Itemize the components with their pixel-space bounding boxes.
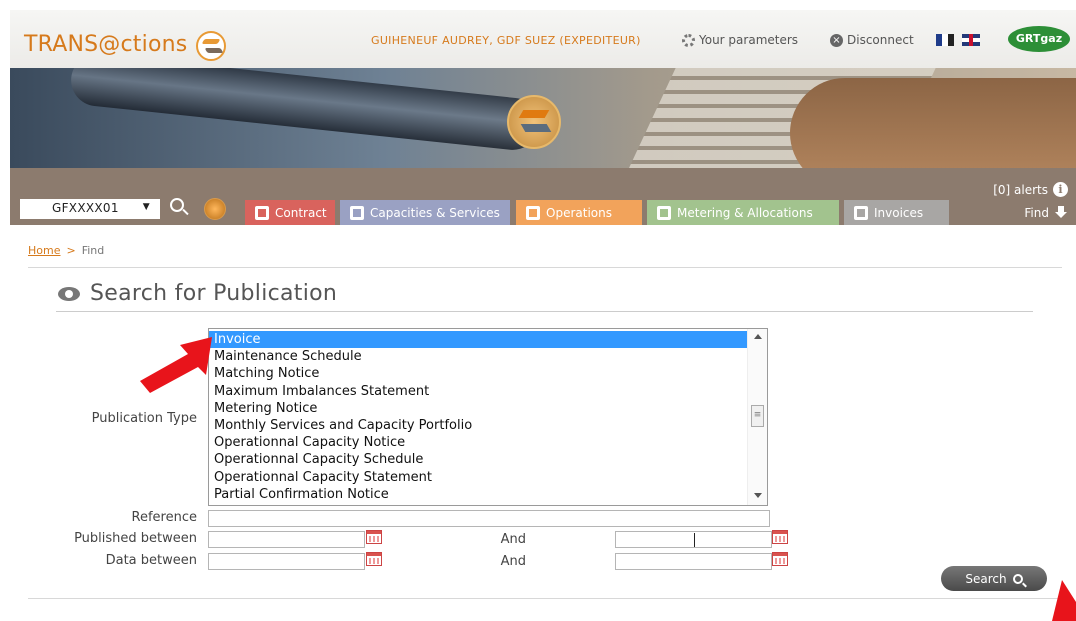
tab-operations[interactable]: Operations: [516, 200, 642, 225]
find-link[interactable]: Find: [1024, 206, 1068, 220]
app-logo[interactable]: TRANS@ctions: [24, 32, 187, 57]
disconnect-link[interactable]: × Disconnect: [830, 33, 914, 47]
site-header: TRANS@ctions GUIHENEUF AUDREY, GDF SUEZ …: [10, 10, 1076, 225]
chevron-down-icon: ▼: [142, 202, 150, 212]
publication-type-listbox[interactable]: Invoice Maintenance Schedule Matching Noti…: [208, 328, 768, 506]
scrollbar-thumb[interactable]: ≡: [751, 405, 764, 427]
data-to-input[interactable]: [615, 553, 772, 570]
breadcrumb-current: Find: [81, 244, 105, 257]
top-bar: TRANS@ctions GUIHENEUF AUDREY, GDF SUEZ …: [10, 10, 1076, 68]
banner-hand-image: [790, 78, 1076, 168]
header-banner: [10, 68, 1076, 168]
info-icon: i: [1053, 182, 1068, 197]
pencil-icon: [350, 205, 364, 220]
tab-metering-allocations[interactable]: Metering & Allocations: [647, 200, 839, 225]
tab-label: Capacities & Services: [370, 205, 500, 220]
home-emblem-icon[interactable]: [204, 198, 226, 220]
alerts-label: [0] alerts: [993, 182, 1048, 197]
reference-label: Reference: [131, 510, 197, 525]
red-arrow-annotation-icon: [140, 337, 212, 393]
tab-label: Invoices: [874, 205, 924, 220]
breadcrumb-separator: >: [66, 244, 76, 257]
publication-type-option[interactable]: Invoice: [209, 331, 747, 349]
search-button[interactable]: Search: [941, 566, 1047, 591]
publication-type-option[interactable]: Operationnal Capacity Schedule: [209, 451, 747, 468]
published-from-input[interactable]: [208, 531, 365, 548]
publication-type-option[interactable]: Partial Confirmation Notice: [209, 486, 747, 503]
tab-label: Operations: [546, 205, 612, 220]
tab-label: Metering & Allocations: [677, 205, 813, 220]
chart-icon: [657, 205, 671, 220]
gear-icon: [682, 33, 695, 47]
flag-fr-icon[interactable]: [936, 34, 954, 46]
parameters-label: Your parameters: [699, 33, 799, 47]
scroll-up-arrow-icon[interactable]: [754, 334, 762, 339]
publication-type-option[interactable]: Monthly Services and Capacity Portfolio: [209, 417, 747, 434]
divider: [56, 311, 1033, 312]
current-user: GUIHENEUF AUDREY, GDF SUEZ (EXPEDITEUR): [371, 34, 641, 47]
scroll-down-arrow-icon[interactable]: [754, 493, 762, 498]
tab-label: Contract: [275, 205, 327, 220]
calendar-icon[interactable]: [772, 552, 788, 566]
red-arrow-annotation-icon: [1052, 580, 1076, 621]
publication-type-option[interactable]: Maximum Imbalances Statement: [209, 383, 747, 400]
upload-icon: [526, 205, 540, 220]
find-label: Find: [1024, 206, 1049, 220]
publication-type-option[interactable]: Operationnal Capacity Notice: [209, 434, 747, 451]
page-title: Search for Publication: [58, 281, 337, 306]
page-title-text: Search for Publication: [90, 281, 338, 306]
banner-pipe-image: [68, 68, 542, 153]
tab-capacities-services[interactable]: Capacities & Services: [340, 200, 510, 225]
publication-type-label: Publication Type: [91, 411, 197, 426]
tab-invoices[interactable]: Invoices: [844, 200, 949, 225]
and-label: And: [500, 532, 526, 547]
divider: [28, 267, 1062, 268]
calendar-icon[interactable]: [366, 552, 382, 566]
divider: [28, 598, 1062, 599]
search-icon[interactable]: [170, 198, 184, 212]
parameters-link[interactable]: Your parameters: [682, 33, 798, 47]
reference-input[interactable]: [208, 510, 770, 527]
publication-type-options: Invoice Maintenance Schedule Matching Noti…: [209, 331, 747, 503]
edit-icon: [255, 205, 269, 220]
published-between-label: Published between: [74, 531, 197, 546]
data-between-label: Data between: [105, 553, 197, 568]
calendar-icon[interactable]: [772, 530, 788, 544]
banner-emblem-icon: [507, 95, 561, 149]
text-cursor: [694, 533, 695, 547]
and-label: And: [500, 554, 526, 569]
alerts-link[interactable]: [0] alerts i: [993, 182, 1068, 197]
search-icon: [1012, 573, 1023, 584]
publication-type-option[interactable]: Operationnal Capacity Statement: [209, 469, 747, 486]
close-circle-icon: ×: [830, 33, 843, 47]
listbox-scrollbar[interactable]: ≡: [747, 329, 767, 505]
logo-emblem-icon: [196, 31, 226, 61]
breadcrumb: Home > Find: [28, 244, 104, 257]
euro-icon: [854, 205, 868, 220]
disconnect-label: Disconnect: [847, 33, 914, 47]
partner-logo: GRTgaz: [1008, 26, 1070, 52]
download-icon: [1054, 206, 1068, 220]
publication-type-option[interactable]: Maintenance Schedule: [209, 348, 747, 365]
search-button-label: Search: [965, 571, 1007, 586]
flag-uk-icon[interactable]: [962, 34, 980, 46]
contract-select[interactable]: GFXXXX01 ▼: [20, 199, 160, 219]
breadcrumb-home-link[interactable]: Home: [28, 244, 60, 257]
main-nav: GFXXXX01 ▼ Contract Capacities & Service…: [10, 168, 1076, 225]
publication-type-option[interactable]: Metering Notice: [209, 400, 747, 417]
data-from-input[interactable]: [208, 553, 365, 570]
publication-type-option[interactable]: Matching Notice: [209, 365, 747, 382]
eye-icon: [58, 286, 80, 301]
tab-contract[interactable]: Contract: [245, 200, 335, 225]
contract-value: GFXXXX01: [52, 201, 119, 215]
calendar-icon[interactable]: [366, 530, 382, 544]
